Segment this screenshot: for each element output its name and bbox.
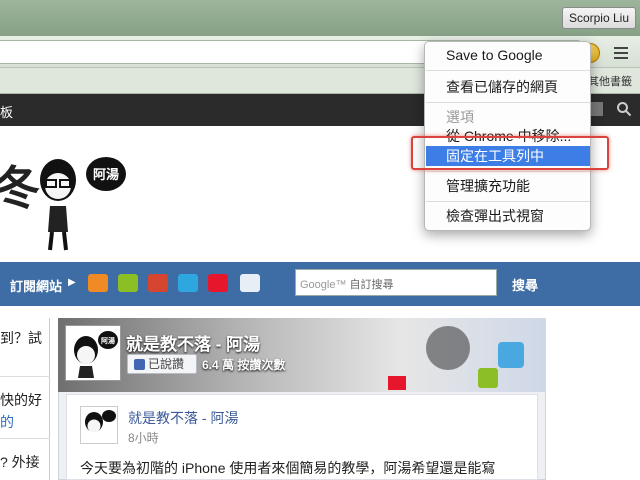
google-logo: Google™ (300, 279, 347, 291)
list-item-link[interactable]: 的 (0, 412, 14, 432)
google-plus-icon[interactable] (148, 274, 168, 292)
menu-item-inspect-popup[interactable]: 檢查彈出式視窗 (426, 206, 590, 226)
list-item[interactable]: 快的好 (0, 390, 42, 410)
weibo-icon[interactable] (208, 274, 228, 292)
like-button[interactable]: 已說讚 (127, 354, 197, 374)
mascot-badge: 阿湯 (93, 167, 119, 182)
list-item[interactable]: 到？試 (0, 328, 42, 348)
menu-item-manage-extensions[interactable]: 管理擴充功能 (426, 176, 590, 196)
site-logo-text: 冬 (0, 162, 40, 214)
post-author-avatar[interactable] (80, 406, 118, 444)
menu-divider (426, 102, 590, 103)
post-text: 今天要為初階的 iPhone 使用者來個簡易的教學，阿湯希望還是能寫 (80, 460, 496, 476)
chevron-right-icon: ▶ (68, 277, 76, 288)
rss-icon[interactable] (88, 274, 108, 292)
mail-icon[interactable] (240, 274, 260, 292)
menu-item-save-to-google[interactable]: Save to Google (426, 45, 590, 65)
profile-button[interactable]: Scorpio Liu (561, 7, 636, 29)
like-count: 6.4 萬 按讚次數 (202, 358, 286, 372)
other-bookmarks[interactable]: 其他書籤 (588, 73, 632, 89)
search-placeholder: Google™ 自訂搜尋 (300, 276, 394, 292)
post-author-name[interactable]: 就是教不落 - 阿湯 (128, 408, 238, 428)
menu-item-options: 選項 (446, 109, 474, 125)
search-button[interactable]: 搜尋 (512, 275, 538, 294)
site-search-input[interactable]: Google™ 自訂搜尋 (295, 269, 497, 296)
menu-divider (426, 171, 590, 172)
facebook-icon (134, 359, 145, 370)
mascot-illustration: 阿湯 (40, 157, 126, 251)
sidebar-list: 到？試 快的好 的 ? 外接 (0, 318, 50, 480)
window-titlebar: Scorpio Liu (0, 0, 640, 36)
twitter-icon[interactable] (178, 274, 198, 292)
divider (0, 376, 50, 377)
menu-divider (426, 201, 590, 202)
subscribe-link[interactable]: 訂閱網站 (10, 276, 62, 295)
avatar-badge: 阿湯 (101, 336, 115, 345)
divider (0, 438, 50, 439)
menu-divider (426, 70, 590, 71)
android-icon[interactable] (118, 274, 138, 292)
search-icon[interactable] (616, 101, 632, 117)
nav-item-partial[interactable]: 板 (0, 102, 13, 121)
menu-item-view-saved-pages[interactable]: 查看已儲存的網頁 (426, 77, 590, 97)
post-timestamp[interactable]: 8小時 (128, 429, 159, 446)
hamburger-menu-icon[interactable] (612, 44, 630, 62)
list-item[interactable]: ? 外接 (0, 452, 40, 472)
highlight-callout-box (411, 136, 609, 170)
search-placeholder-text: 自訂搜尋 (349, 279, 394, 291)
like-button-label: 已說讚 (148, 357, 185, 371)
facebook-page-title[interactable]: 就是教不落 - 阿湯 (126, 330, 260, 355)
facebook-page-avatar[interactable]: 阿湯 (66, 326, 120, 380)
